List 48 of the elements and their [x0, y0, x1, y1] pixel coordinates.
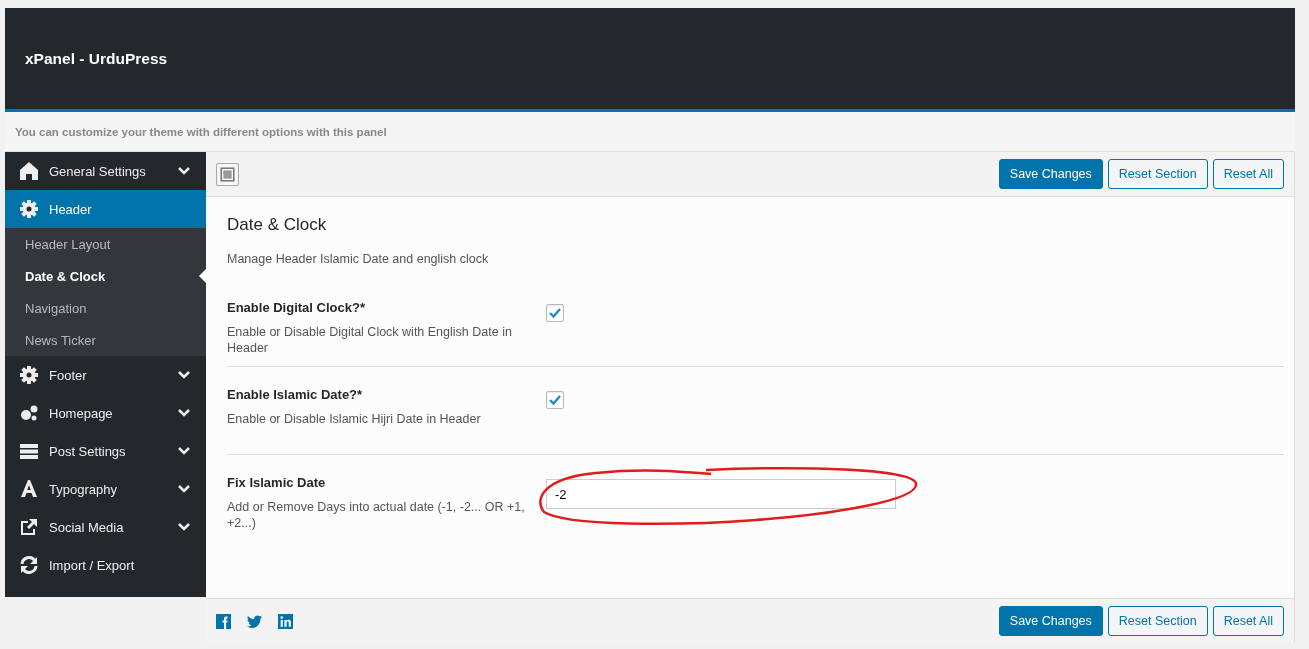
- chevron-down-icon: [178, 447, 190, 455]
- sidebar-item[interactable]: Post Settings: [5, 432, 206, 470]
- chevron-down-icon: [178, 485, 190, 493]
- checkbox[interactable]: [546, 391, 564, 409]
- field-description: Enable or Disable Digital Clock with English Date in Header: [227, 324, 513, 356]
- facebook-icon[interactable]: [216, 613, 231, 629]
- input-field[interactable]: -2: [546, 479, 896, 509]
- panel-title: xPanel - UrduPress: [25, 49, 168, 68]
- section-title: Date & Clock: [227, 215, 328, 235]
- linkedin-icon[interactable]: [278, 613, 293, 629]
- sidebar-item[interactable]: Header: [5, 190, 206, 228]
- reset-button[interactable]: Reset All: [1212, 606, 1284, 636]
- submenu-item[interactable]: News Ticker: [5, 324, 206, 356]
- reset-button[interactable]: Reset All: [1212, 159, 1284, 189]
- save-button[interactable]: Save Changes: [998, 159, 1103, 189]
- chevron-down-icon: [178, 371, 190, 379]
- sidebar-item[interactable]: Footer: [5, 356, 206, 394]
- home-icon: [19, 161, 39, 181]
- checkbox[interactable]: [546, 304, 564, 322]
- gear-icon: [19, 199, 39, 219]
- reset-button[interactable]: Reset Section: [1107, 606, 1208, 636]
- sidebar-item[interactable]: General Settings: [5, 152, 206, 190]
- refresh-icon: [19, 555, 39, 575]
- list-icon: [19, 441, 39, 461]
- sidebar-item[interactable]: Typography: [5, 470, 206, 508]
- layout-icon[interactable]: [216, 162, 239, 186]
- share-icon: [19, 517, 39, 537]
- section-description: Manage Header Islamic Date and english clock: [227, 252, 490, 266]
- sidebar-item[interactable]: Homepage: [5, 394, 206, 432]
- submenu-item[interactable]: Header Layout: [5, 228, 206, 260]
- submenu-item[interactable]: Date & Clock: [5, 260, 206, 292]
- field-description: Enable or Disable Islamic Hijri Date in Header: [227, 411, 482, 427]
- save-button[interactable]: Save Changes: [998, 606, 1103, 636]
- submenu-item[interactable]: Navigation: [5, 292, 206, 324]
- field-label: Enable Digital Clock?*: [227, 300, 366, 315]
- chevron-down-icon: [178, 167, 190, 175]
- panel-subtitle: You can customize your theme with different options with this panel: [15, 125, 387, 138]
- chevron-down-icon: [178, 523, 190, 531]
- bird-icon[interactable]: [247, 613, 262, 629]
- field-label: Enable Islamic Date?*: [227, 387, 364, 402]
- reset-button[interactable]: Reset Section: [1107, 159, 1208, 189]
- field-description: Add or Remove Days into actual date (-1, -2... OR +1, +2...): [227, 499, 526, 531]
- field-label: Fix Islamic Date: [227, 475, 327, 490]
- letter-a-icon: [19, 479, 39, 499]
- sidebar-item[interactable]: Social Media: [5, 508, 206, 546]
- sidebar-item[interactable]: Import / Export: [5, 546, 206, 584]
- gear-icon: [19, 365, 39, 385]
- chevron-down-icon: [178, 409, 190, 417]
